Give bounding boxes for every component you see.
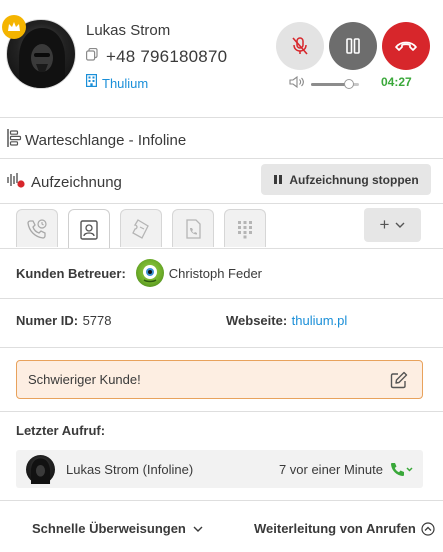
recording-icon xyxy=(6,171,26,194)
tab-call-history[interactable] xyxy=(16,209,58,247)
tab-contact[interactable] xyxy=(68,209,110,249)
customer-id-label: Numer ID: xyxy=(16,313,79,328)
call-header: Lukas Strom +48 796180870 Thulium 04:27 xyxy=(0,0,443,117)
phone-hangup-icon xyxy=(395,41,417,51)
chevron-up-circle-icon xyxy=(421,521,435,536)
recording-label: Aufzeichnung xyxy=(31,174,122,191)
call-timer: 04:27 xyxy=(381,75,412,89)
quick-transfers-label: Schnelle Überweisungen xyxy=(32,521,186,536)
contact-card-icon xyxy=(80,219,98,240)
last-call-label: Letzter Aufruf: xyxy=(16,423,106,438)
pause-icon xyxy=(274,175,283,184)
website-link[interactable]: thulium.pl xyxy=(292,313,348,328)
chevron-down-icon xyxy=(193,526,203,532)
stop-recording-button[interactable]: Aufzeichnung stoppen xyxy=(261,164,431,195)
tab-dialpad[interactable] xyxy=(224,209,266,247)
divider xyxy=(0,411,443,412)
call-back-icon[interactable] xyxy=(389,461,413,477)
customer-id-row: Numer ID: 5778 xyxy=(16,312,112,330)
customer-note-text: Schwieriger Kunde! xyxy=(28,372,141,387)
edit-icon[interactable] xyxy=(390,371,408,394)
caller-company-row[interactable]: Thulium xyxy=(86,74,148,92)
website-label: Webseite: xyxy=(226,313,288,328)
customer-note: Schwieriger Kunde! xyxy=(16,360,423,399)
advisor-label: Kunden Betreuer: xyxy=(16,265,126,281)
volume-control xyxy=(289,75,359,93)
volume-slider-handle[interactable] xyxy=(344,78,355,89)
call-forwarding-label: Weiterleitung von Anrufen xyxy=(254,521,416,536)
advisor-name: Christoph Feder xyxy=(168,265,263,281)
tab-documents[interactable] xyxy=(172,209,214,247)
divider xyxy=(0,117,443,118)
copy-icon[interactable] xyxy=(86,47,98,66)
hold-button[interactable] xyxy=(329,22,377,70)
volume-slider[interactable] xyxy=(311,78,359,89)
divider xyxy=(0,158,443,159)
mic-off-icon xyxy=(292,37,308,55)
last-call-item[interactable]: Lukas Strom (Infoline) 7 vor einer Minut… xyxy=(16,450,423,488)
crown-icon xyxy=(2,15,26,39)
caller-avatar-wrapper xyxy=(2,15,76,89)
divider xyxy=(0,298,443,299)
hangup-button[interactable] xyxy=(382,22,430,70)
chevron-down-icon xyxy=(395,222,405,228)
call-forwarding-toggle[interactable]: Weiterleitung von Anrufen xyxy=(254,521,435,536)
caller-phone-row: +48 796180870 xyxy=(86,47,227,67)
dialpad-icon xyxy=(238,220,252,238)
advisor-row: Kunden Betreuer: Christoph Feder xyxy=(16,259,262,287)
divider xyxy=(0,500,443,501)
recording-row: Aufzeichnung xyxy=(6,171,122,194)
mute-button[interactable] xyxy=(276,22,324,70)
advisor-avatar[interactable] xyxy=(135,259,164,287)
caller-name: Lukas Strom xyxy=(86,22,171,39)
divider xyxy=(0,347,443,348)
website-row: Webseite: thulium.pl xyxy=(226,312,347,330)
plus-icon: + xyxy=(379,215,390,234)
building-icon xyxy=(86,74,98,92)
caller-phone-number[interactable]: +48 796180870 xyxy=(106,47,227,67)
caller-company-link[interactable]: Thulium xyxy=(102,76,148,91)
queue-icon xyxy=(6,128,22,153)
document-phone-icon xyxy=(186,218,201,239)
pause-icon xyxy=(346,38,360,54)
divider xyxy=(0,203,443,204)
stop-recording-label: Aufzeichnung stoppen xyxy=(289,172,419,187)
last-call-name: Lukas Strom (Infoline) xyxy=(66,461,194,477)
divider xyxy=(0,248,443,249)
queue-label: Warteschlange - Infoline xyxy=(25,132,187,149)
tab-tickets[interactable] xyxy=(120,209,162,247)
last-call-avatar xyxy=(26,454,55,484)
speaker-icon xyxy=(289,75,305,93)
last-call-time: 7 vor einer Minute xyxy=(278,461,383,477)
quick-transfers-toggle[interactable]: Schnelle Überweisungen xyxy=(32,521,203,536)
customer-id-value: 5778 xyxy=(82,313,112,328)
ticket-icon xyxy=(132,218,149,239)
detail-tabs xyxy=(16,209,276,249)
add-tab-button[interactable]: + xyxy=(364,208,421,242)
phone-history-icon xyxy=(27,218,47,239)
queue-row: Warteschlange - Infoline xyxy=(6,128,186,153)
